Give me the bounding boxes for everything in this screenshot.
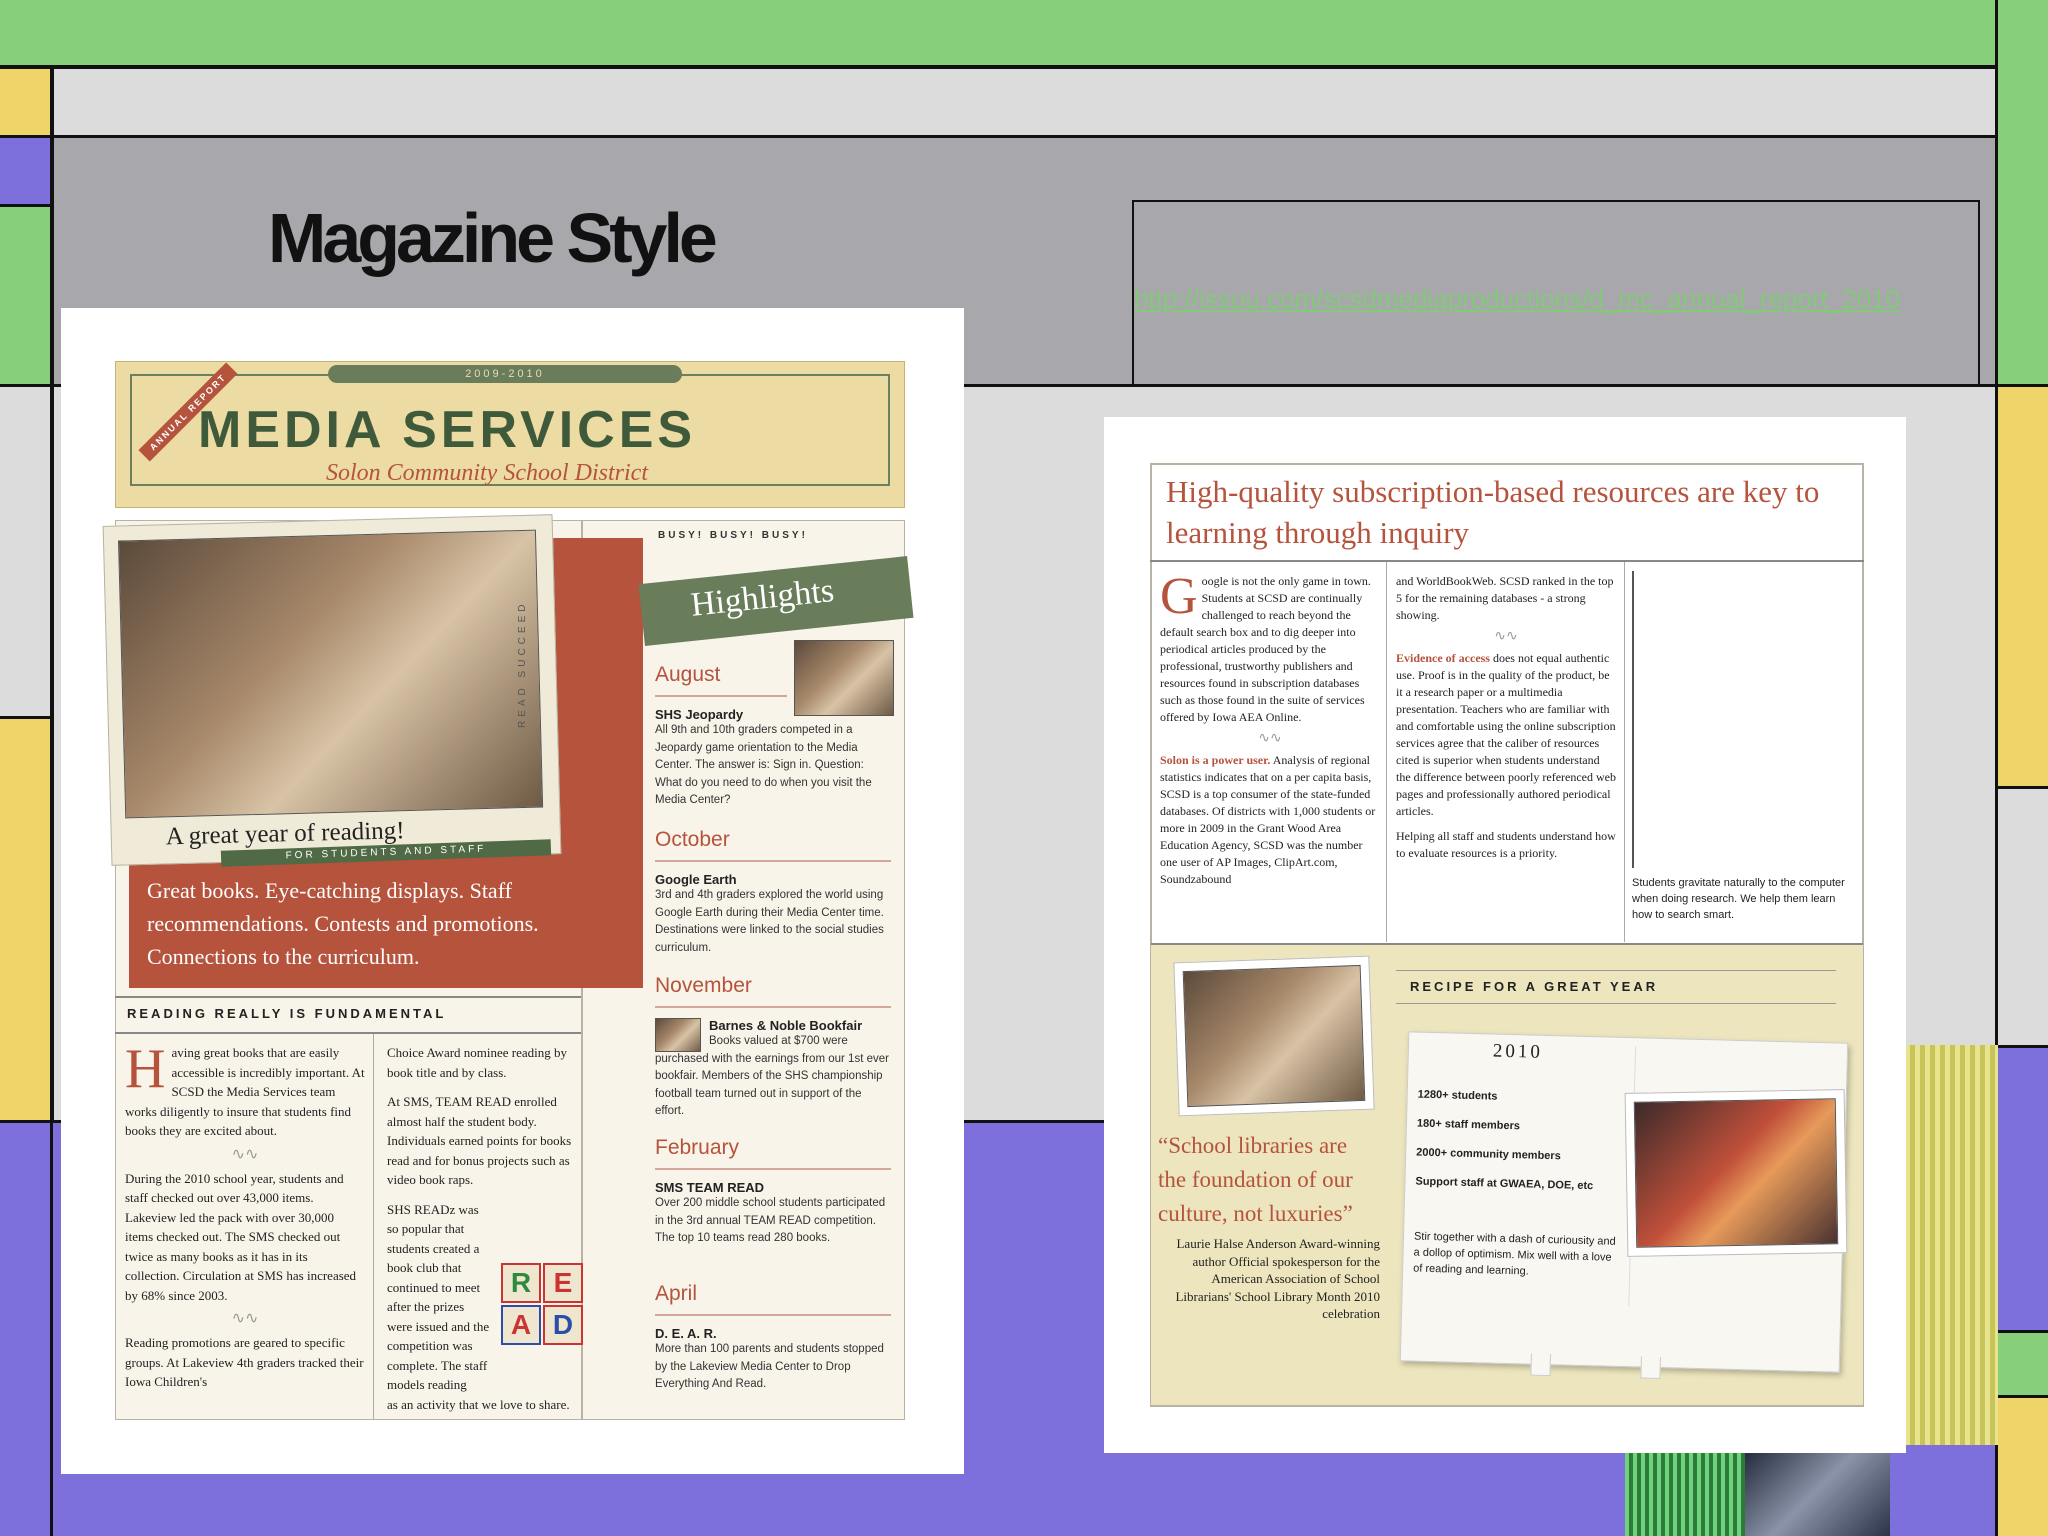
bookfair-photo — [655, 1018, 701, 1052]
masthead-title: MEDIA SERVICES — [198, 401, 697, 459]
read-blocks-image: R E A D — [501, 1263, 587, 1349]
rcol2-para-2: does not equal authentic use. Proof is i… — [1396, 651, 1616, 818]
student-photo — [1182, 964, 1366, 1108]
event-text: Over 200 middle school students particip… — [655, 1197, 886, 1244]
bg-left-gray — [0, 384, 53, 719]
bg-texture-blue — [1745, 1444, 1890, 1536]
masthead: 2009-2010 ANNUAL REPORT MEDIA SERVICES S… — [115, 361, 905, 508]
block-r: R — [501, 1263, 541, 1303]
ornament-icon: ∿∿ — [1494, 629, 1518, 644]
event-month: August — [655, 663, 721, 686]
card-item: 2000+ community members — [1416, 1146, 1561, 1163]
ornament-icon: ∿∿ — [231, 1310, 259, 1327]
link-box: http://issuu.com/scsdmediaproductions/d_… — [1132, 200, 1980, 386]
card-item: 180+ staff members — [1416, 1117, 1521, 1133]
computer-research-photo — [1632, 571, 1634, 868]
right-col-2: and WorldBookWeb. SCSD ranked in the top… — [1396, 573, 1616, 862]
col2-para-1: Choice Award nominee reading by book tit… — [387, 1045, 568, 1080]
kids-photo-frame — [1624, 1089, 1848, 1257]
masthead-years: 2009-2010 — [328, 365, 682, 383]
book-spine-text: READ SUCCEED — [517, 600, 528, 728]
event-text: All 9th and 10th graders competed in a J… — [655, 724, 872, 806]
left-magazine-page: 2009-2010 ANNUAL REPORT MEDIA SERVICES S… — [61, 308, 964, 1474]
event-month: October — [655, 828, 730, 851]
bg-right-purple — [1995, 1045, 2048, 1333]
right-magazine-page: High-quality subscription-based resource… — [1104, 417, 1906, 1453]
rcol2-lead: Evidence of access — [1396, 651, 1490, 665]
event-month: April — [655, 1282, 698, 1305]
rcol1-para-2: Analysis of regional statistics indicate… — [1160, 753, 1376, 886]
bg-right-yellow2 — [1995, 1395, 2048, 1536]
bg-left-purple2 — [0, 1120, 53, 1536]
masthead-subtitle: Solon Community School District — [326, 460, 648, 486]
photo-caption: Students gravitate naturally to the comp… — [1632, 877, 1845, 921]
event-october: October Google Earth 3rd and 4th graders… — [655, 828, 891, 957]
recipe-title: RECIPE FOR A GREAT YEAR — [1410, 979, 1659, 994]
col1-para-2: During the 2010 school year, students an… — [125, 1170, 357, 1303]
bg-texture-yellow — [1900, 1045, 1998, 1445]
bg-green-bar — [0, 0, 2048, 68]
rcol2-para-1: and WorldBookWeb. SCSD ranked in the top… — [1396, 574, 1614, 622]
card-item: 1280+ students — [1417, 1088, 1498, 1103]
event-february: February SMS TEAM READ Over 200 middle s… — [655, 1136, 891, 1248]
quote-attribution: Laurie Halse Anderson Award-winning auth… — [1175, 1236, 1380, 1321]
col2-para-3: SHS READz was so popular that students c… — [387, 1201, 490, 1393]
card-year: 2010 — [1492, 1040, 1544, 1063]
event-text: 3rd and 4th graders explored the world u… — [655, 889, 884, 954]
col1-para-3: Reading promotions are geared to specifi… — [125, 1335, 364, 1389]
bg-right-green2 — [1995, 1330, 2048, 1398]
col2-para-2: At SMS, TEAM READ enrolled almost half t… — [387, 1094, 572, 1187]
rcol2-para-3: Helping all staff and students understan… — [1396, 829, 1616, 860]
bg-gray-bar — [51, 66, 1998, 138]
right-col-1: G oogle is not the only game in town. St… — [1160, 568, 1380, 888]
event-title: Google Earth — [655, 872, 737, 887]
event-title: SHS Jeopardy — [655, 707, 744, 722]
event-august: August SHS Jeopardy All 9th and 10th gra… — [655, 663, 891, 810]
event-april: April D. E. A. R. More than 100 parents … — [655, 1282, 891, 1394]
card-items: 1280+ students 180+ staff members 2000+ … — [1415, 1081, 1596, 1202]
bg-left-yellow — [0, 66, 53, 138]
event-november: November Barnes & Noble Bookfair Books v… — [655, 974, 891, 1121]
section-title: READING REALLY IS FUNDAMENTAL — [127, 1006, 447, 1021]
card-item: Support staff at GWAEA, DOE, etc — [1415, 1175, 1594, 1193]
students-reading-photo — [118, 529, 544, 819]
ornament-icon: ∿∿ — [231, 1145, 259, 1163]
headline: High-quality subscription-based resource… — [1166, 474, 1820, 550]
bg-right-green — [1995, 0, 2048, 387]
busy-label: BUSY! BUSY! BUSY! — [658, 530, 808, 541]
article-col-1: H aving great books that are easily acce… — [125, 1038, 365, 1392]
bg-left-green — [0, 204, 53, 387]
article-col-2: Choice Award nominee reading by book tit… — [387, 1043, 575, 1414]
drop-cap: H — [125, 1038, 166, 1100]
bg-right-gray — [1995, 786, 2048, 1048]
event-title: Barnes & Noble Bookfair — [709, 1018, 863, 1033]
event-title: SMS TEAM READ — [655, 1180, 765, 1195]
quote: “School libraries are the foundation of … — [1158, 1133, 1353, 1226]
rcol1-lead: Solon is a power user. — [1160, 753, 1271, 767]
quote-photo-frame — [1173, 955, 1375, 1117]
card-note: Stir together with a dash of curiousity … — [1413, 1230, 1616, 1278]
bg-right-yellow — [1995, 384, 2048, 789]
promo-text: Great books. Eye-catching displays. Staf… — [147, 878, 539, 969]
block-d: D — [543, 1305, 583, 1345]
col2-para-4: as an activity that we love to share. — [387, 1396, 570, 1412]
block-a: A — [501, 1305, 541, 1345]
ornament-icon: ∿∿ — [1258, 731, 1282, 746]
drop-cap: G — [1160, 568, 1198, 625]
event-month: November — [655, 974, 752, 997]
event-title: D. E. A. R. — [655, 1326, 717, 1341]
kids-reading-photo — [1633, 1098, 1839, 1248]
photo-card: A great year of reading! — [102, 514, 562, 866]
slide-title: Magazine Style — [268, 199, 718, 277]
card-tab — [1640, 1356, 1661, 1380]
bg-texture-green — [1625, 1444, 1745, 1536]
bg-left-purple — [0, 135, 53, 207]
event-month: February — [655, 1136, 740, 1159]
event-text: More than 100 parents and students stopp… — [655, 1343, 884, 1390]
bg-left-yellow2 — [0, 716, 53, 1123]
block-e: E — [543, 1263, 583, 1303]
card-tab — [1530, 1353, 1551, 1377]
report-link[interactable]: http://issuu.com/scsdmediaproductions/d_… — [1134, 284, 1978, 315]
